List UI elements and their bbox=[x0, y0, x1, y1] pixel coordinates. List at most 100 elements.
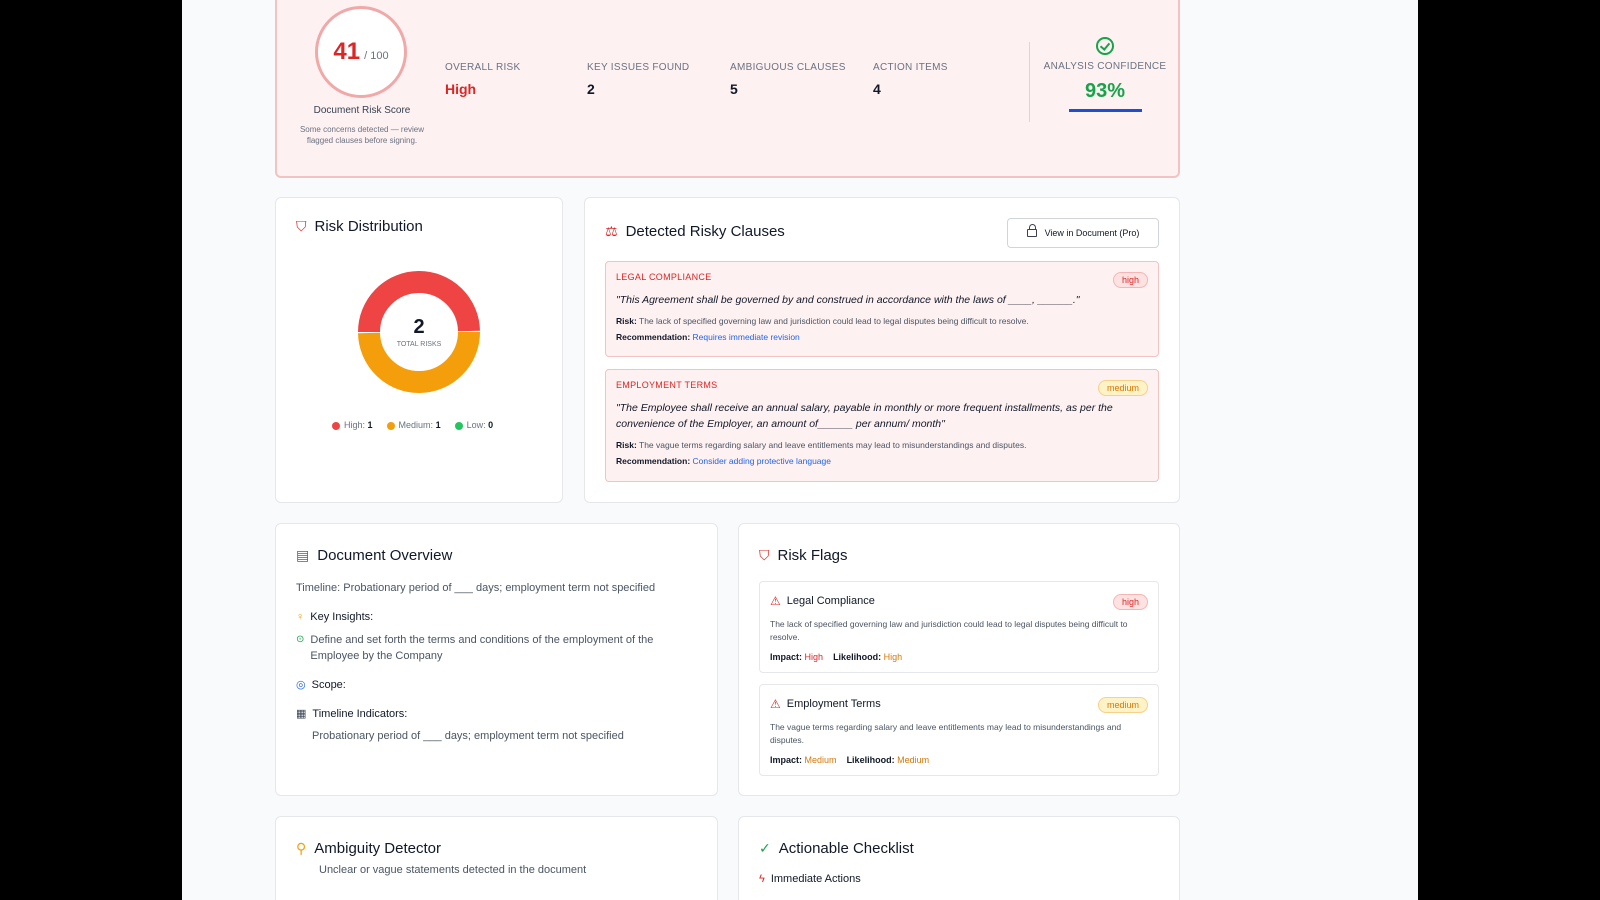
warning-icon: ⚠ bbox=[770, 697, 781, 711]
clause-recommendation: Recommendation: Requires immediate revis… bbox=[616, 332, 800, 342]
flag-title: ⚠ Legal Compliance bbox=[770, 594, 875, 608]
calendar-icon: ▦ bbox=[296, 708, 307, 720]
recommendation-link[interactable]: Consider adding protective language bbox=[693, 456, 831, 466]
stat-key-issues: KEY ISSUES FOUND 2 bbox=[587, 62, 689, 97]
severity-badge: high bbox=[1112, 594, 1148, 610]
document-overview-card: ▤ Document Overview Timeline: Probationa… bbox=[275, 523, 718, 796]
confidence-label: ANALYSIS CONFIDENCE bbox=[1043, 61, 1167, 72]
card-title: ⚖ Detected Risky Clauses bbox=[605, 223, 785, 240]
clause-item: LEGAL COMPLIANCE high "This Agreement sh… bbox=[605, 261, 1159, 357]
risk-flag-item: ⚠ Employment Terms medium The vague term… bbox=[759, 684, 1159, 776]
analysis-page: 41 / 100 Document Risk Score Some concer… bbox=[182, 0, 1418, 900]
stat-label: AMBIGUOUS CLAUSES bbox=[730, 62, 846, 73]
severity-badge: medium bbox=[1097, 380, 1148, 396]
high-dot bbox=[332, 421, 340, 430]
stat-label: OVERALL RISK bbox=[445, 62, 521, 73]
legend-low: Low: 0 bbox=[454, 420, 493, 430]
key-insights-heading: ♀ Key Insights: bbox=[296, 611, 374, 623]
ambiguity-subtitle: Unclear or vague statements detected in … bbox=[319, 864, 587, 876]
stat-value: High bbox=[445, 81, 477, 97]
risk-score-ring: 41 / 100 bbox=[315, 6, 407, 98]
clause-quote: "The Employee shall receive an annual sa… bbox=[616, 402, 1113, 430]
total-risks-value: 2 bbox=[413, 316, 425, 338]
clause-recommendation: Recommendation: Consider adding protecti… bbox=[616, 456, 831, 466]
clause-category: EMPLOYMENT TERMS bbox=[616, 380, 718, 390]
flag-description: The vague terms regarding salary and lea… bbox=[770, 722, 1122, 745]
card-title: ⛉ Risk Flags bbox=[759, 547, 848, 564]
lightbulb-icon: ♀ bbox=[296, 611, 305, 623]
severity-badge: high bbox=[1112, 272, 1148, 288]
card-title: ✓ Actionable Checklist bbox=[759, 840, 914, 857]
risky-clauses-card: ⚖ Detected Risky Clauses View in Documen… bbox=[584, 197, 1180, 503]
timeline-indicator-detail: Probationary period of ___ days; employm… bbox=[312, 730, 624, 742]
clause-category: LEGAL COMPLIANCE bbox=[616, 272, 712, 282]
flag-meta: Impact: High Likelihood: High bbox=[770, 652, 903, 662]
recommendation-link[interactable]: Requires immediate revision bbox=[693, 332, 800, 342]
stat-label: ACTION ITEMS bbox=[873, 62, 948, 73]
card-title-text: Ambiguity Detector bbox=[314, 840, 441, 857]
stat-ambiguous-clauses: AMBIGUOUS CLAUSES 5 bbox=[730, 62, 846, 97]
clause-risk: Risk: The lack of specified governing la… bbox=[616, 316, 1029, 326]
risk-score-value: 41 bbox=[333, 38, 361, 65]
card-title: ⛉ Risk Distribution bbox=[296, 218, 423, 235]
medium-dot bbox=[386, 421, 395, 430]
flag-description: The lack of specified governing law and … bbox=[770, 619, 1128, 642]
card-title-text: Risk Flags bbox=[777, 547, 848, 564]
stat-value: 5 bbox=[730, 81, 738, 97]
insight-item: ⊙ Define and set forth the terms and con… bbox=[296, 634, 654, 662]
total-risks-label: TOTAL RISKS bbox=[396, 341, 442, 348]
donut-center: 2 TOTAL RISKS bbox=[357, 270, 481, 394]
analysis-confidence: ANALYSIS CONFIDENCE 93% bbox=[1029, 37, 1181, 112]
stat-value: 4 bbox=[873, 81, 881, 97]
warning-icon: ⚠ bbox=[770, 594, 781, 608]
ambiguity-detector-card: ⚲ Ambiguity Detector Unclear or vague st… bbox=[275, 816, 718, 900]
card-title: ⚲ Ambiguity Detector bbox=[296, 840, 441, 857]
risk-score-label: Document Risk Score bbox=[313, 105, 411, 116]
risk-flags-card: ⛉ Risk Flags ⚠ Legal Compliance high The… bbox=[738, 523, 1180, 796]
check-circle-icon bbox=[1096, 37, 1114, 55]
shield-icon: ⛉ bbox=[296, 218, 307, 234]
timeline-indicators-heading: ▦ Timeline Indicators: bbox=[296, 707, 408, 721]
flag-title: ⚠ Employment Terms bbox=[770, 697, 881, 711]
confidence-value: 93% bbox=[1084, 80, 1126, 102]
lightning-icon: ϟ bbox=[759, 873, 765, 885]
card-title: ▤ Document Overview bbox=[296, 547, 452, 564]
clause-risk: Risk: The vague terms regarding salary a… bbox=[616, 440, 1027, 450]
immediate-actions-heading: ϟ Immediate Actions bbox=[759, 873, 861, 885]
overview-timeline: Timeline: Probationary period of ___ day… bbox=[296, 582, 656, 594]
low-dot bbox=[454, 421, 463, 430]
clause-item: EMPLOYMENT TERMS medium "The Employee sh… bbox=[605, 369, 1159, 482]
check-circle-icon: ✓ bbox=[759, 840, 771, 856]
risk-distribution-card: ⛉ Risk Distribution 2 TOTAL RISKS High: … bbox=[275, 197, 563, 503]
view-in-document-button[interactable]: View in Document (Pro) bbox=[1007, 218, 1159, 248]
severity-badge: medium bbox=[1097, 697, 1148, 713]
shield-icon: ⛉ bbox=[759, 547, 770, 563]
risk-flag-item: ⚠ Legal Compliance high The lack of spec… bbox=[759, 581, 1159, 673]
scope-heading: ◎ Scope: bbox=[296, 678, 346, 692]
clause-quote: "This Agreement shall be governed by and… bbox=[616, 294, 1080, 306]
stat-action-items: ACTION ITEMS 4 bbox=[873, 62, 948, 97]
legend-high: High: 1 bbox=[332, 420, 373, 430]
document-icon: ▤ bbox=[296, 547, 310, 563]
lock-icon bbox=[1026, 224, 1037, 237]
legend-medium: Medium: 1 bbox=[386, 420, 441, 430]
risk-score-max: / 100 bbox=[364, 50, 389, 62]
risk-summary-card: 41 / 100 Document Risk Score Some concer… bbox=[275, 0, 1180, 178]
risk-legend: High: 1 Medium: 1 Low: 0 bbox=[332, 420, 493, 430]
stat-overall-risk: OVERALL RISK High bbox=[445, 62, 520, 97]
confidence-bar bbox=[1068, 109, 1142, 112]
card-title-text: Document Overview bbox=[317, 547, 453, 564]
view-button-label: View in Document (Pro) bbox=[1044, 228, 1140, 238]
stat-value: 2 bbox=[587, 81, 595, 97]
card-title-text: Risk Distribution bbox=[314, 218, 423, 235]
search-icon: ⚲ bbox=[296, 840, 307, 856]
card-title-text: Actionable Checklist bbox=[778, 840, 914, 857]
stat-label: KEY ISSUES FOUND bbox=[587, 62, 690, 73]
risk-score-note: Some concerns detected — review flagged … bbox=[299, 125, 425, 145]
target-icon: ◎ bbox=[296, 679, 306, 691]
card-title-text: Detected Risky Clauses bbox=[625, 223, 785, 240]
actionable-checklist-card: ✓ Actionable Checklist ϟ Immediate Actio… bbox=[738, 816, 1180, 900]
flag-meta: Impact: Medium Likelihood: Medium bbox=[770, 755, 930, 765]
scale-icon: ⚖ bbox=[605, 223, 618, 239]
check-circle-icon: ⊙ bbox=[296, 634, 305, 645]
